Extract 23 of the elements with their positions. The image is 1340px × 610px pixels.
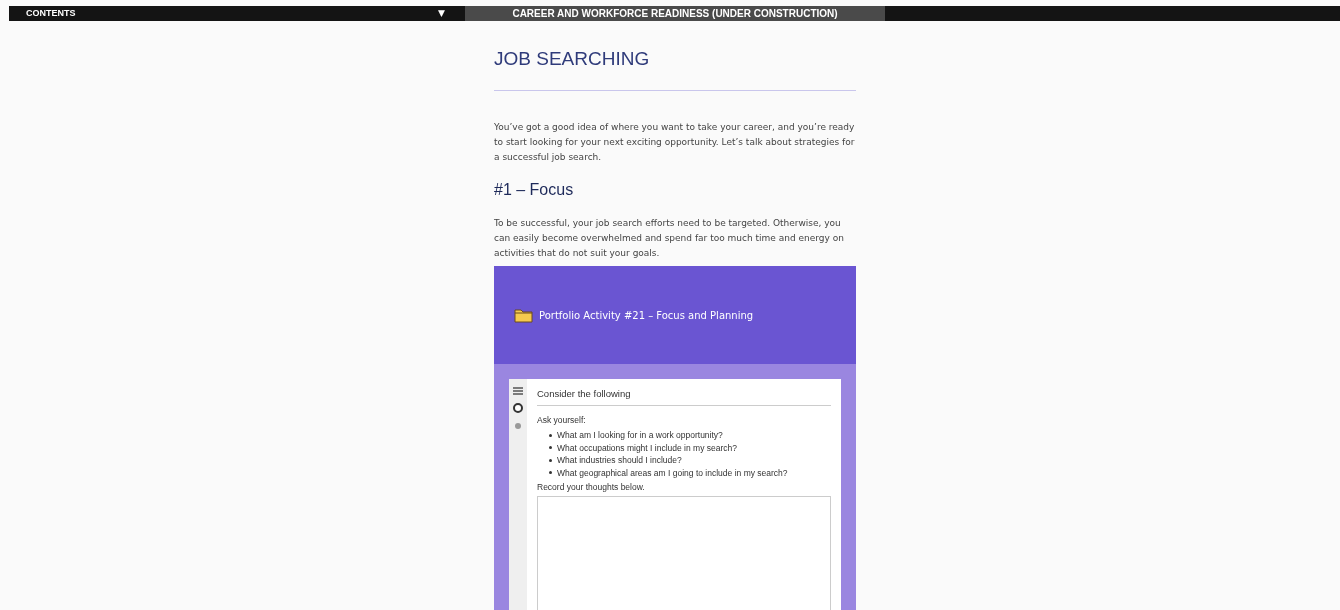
contents-label: CONTENTS [26, 6, 76, 20]
section-paragraph: To be successful, your job search efforts need to be targeted. Otherwise, you can easily become overwhelmed and spend far too much time and energy on activities that do not suit your goals. [494, 217, 845, 260]
section-heading: #1 – Focus [494, 180, 575, 200]
bullet-icon [549, 458, 552, 462]
card-heading: Consider the following [537, 387, 831, 407]
question-text: What occupations might I include in my search? [557, 441, 737, 454]
prompt-text: Ask yourself: [537, 414, 587, 427]
book-title: CAREER AND WORKFORCE READINESS (UNDER CONSTRUCTION) [512, 7, 838, 21]
question-text: What geographical areas am I going to include in my search? [557, 466, 788, 479]
activity-title: Portfolio Activity #21 – Focus and Planning [539, 308, 754, 323]
intro-paragraph: You’ve got a good idea of where you want to take your career, and you’re ready to start looking for your next exciting opportunity. Let’s talk about strategies for a successful job search. [494, 121, 856, 164]
folder-icon [514, 307, 533, 323]
bullet-icon [549, 446, 552, 450]
contents-dropdown[interactable]: CONTENTS ▼ [9, 6, 465, 21]
page-title: JOB SEARCHING [494, 47, 651, 71]
bullet-icon [549, 471, 552, 475]
thoughts-field[interactable] [537, 495, 831, 610]
record-label: Record your thoughts below. [537, 481, 646, 494]
question-text: What am I looking for in a work opportunity? [557, 429, 723, 442]
bullet-icon [549, 433, 552, 437]
menu-icon[interactable] [513, 387, 523, 395]
question-text: What industries should I include? [557, 454, 682, 467]
caret-icon: ▼ [438, 6, 445, 21]
